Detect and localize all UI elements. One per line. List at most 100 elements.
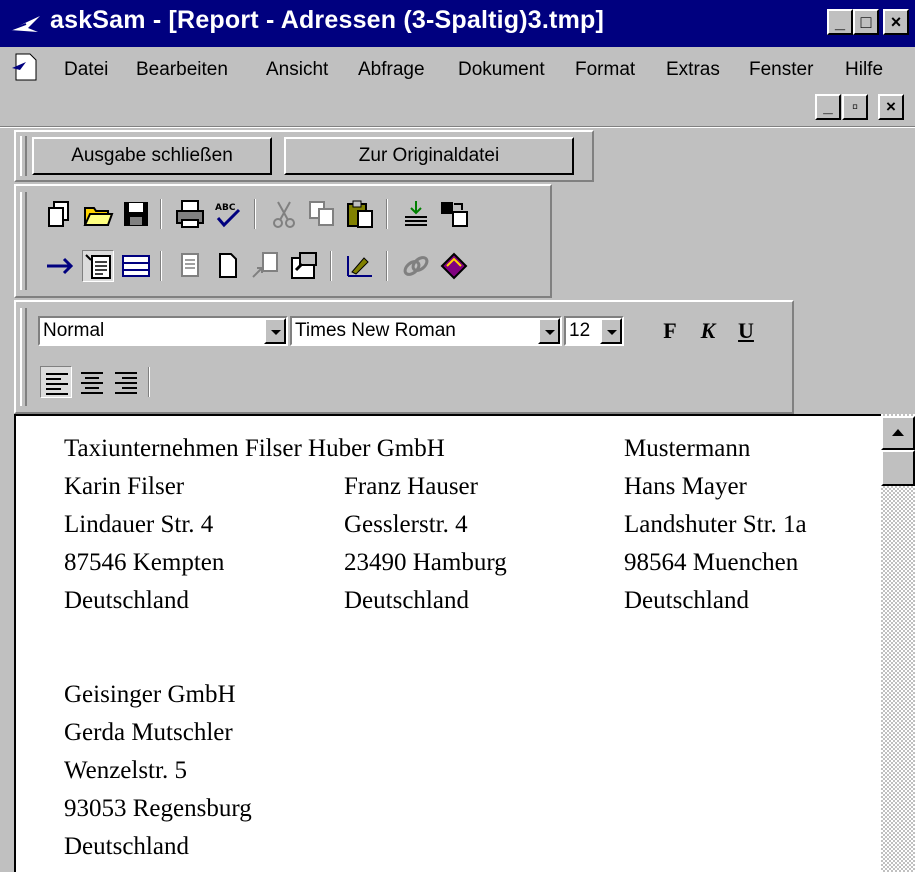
save-icon[interactable] bbox=[120, 198, 152, 230]
menu-ansicht[interactable]: Ansicht bbox=[266, 59, 328, 81]
print-icon[interactable] bbox=[174, 198, 206, 230]
window-title: askSam - [Report - Adressen (3-Spaltig)3… bbox=[50, 6, 605, 34]
font-value: Times New Roman bbox=[295, 320, 456, 341]
document-icon[interactable] bbox=[10, 52, 40, 82]
menu-separator bbox=[0, 126, 915, 128]
chevron-down-icon[interactable] bbox=[264, 318, 286, 344]
address-name: Gerda Mutschler bbox=[64, 719, 233, 746]
bold-button[interactable]: F bbox=[654, 316, 686, 346]
mdi-restore-button[interactable]: ▫ bbox=[842, 94, 868, 120]
address-city: 93053 Regensburg bbox=[64, 795, 252, 822]
size-value: 12 bbox=[569, 320, 591, 341]
menu-hilfe[interactable]: Hilfe bbox=[845, 59, 883, 81]
address-country: Deutschland bbox=[344, 587, 469, 614]
style-combo[interactable]: Normal bbox=[38, 316, 288, 346]
align-center-icon[interactable] bbox=[76, 366, 108, 398]
toolbar-separator bbox=[148, 367, 150, 397]
scroll-thumb[interactable] bbox=[881, 450, 915, 486]
spellcheck-icon[interactable]: ABC bbox=[212, 198, 244, 230]
menu-abfrage[interactable]: Abfrage bbox=[358, 59, 425, 81]
toolbar-separator bbox=[386, 199, 388, 229]
minimize-icon: _ bbox=[834, 12, 845, 32]
menu-datei[interactable]: Datei bbox=[64, 59, 108, 81]
to-original-button[interactable]: Zur Originaldatei bbox=[284, 137, 574, 175]
toolbar-separator bbox=[160, 199, 162, 229]
menu-bearbeiten[interactable]: Bearbeiten bbox=[136, 59, 228, 81]
table-view-icon[interactable] bbox=[120, 250, 152, 282]
document-arrow-icon[interactable] bbox=[250, 250, 282, 282]
address-country: Deutschland bbox=[624, 587, 749, 614]
arrow-right-icon[interactable] bbox=[44, 250, 76, 282]
address-street: Lindauer Str. 4 bbox=[64, 511, 214, 538]
minimize-button[interactable]: _ bbox=[827, 9, 853, 35]
chevron-down-icon[interactable] bbox=[600, 318, 622, 344]
standard-toolbar: ABC bbox=[14, 184, 552, 298]
link-icon[interactable] bbox=[400, 250, 432, 282]
address-name: Hans Mayer bbox=[624, 473, 747, 500]
close-icon: × bbox=[890, 12, 902, 32]
size-combo[interactable]: 12 bbox=[564, 316, 624, 346]
align-left-icon[interactable] bbox=[40, 366, 72, 398]
address-street: Gesslerstr. 4 bbox=[344, 511, 468, 538]
svg-text:ABC: ABC bbox=[215, 203, 236, 213]
report-design-icon[interactable] bbox=[344, 250, 376, 282]
underline-button[interactable]: U bbox=[730, 316, 762, 346]
font-combo[interactable]: Times New Roman bbox=[290, 316, 562, 346]
toolbar-separator bbox=[386, 251, 388, 281]
toolbar-separator bbox=[160, 251, 162, 281]
align-right-icon[interactable] bbox=[110, 366, 142, 398]
new-document-icon[interactable] bbox=[212, 250, 244, 282]
arrow-up-icon bbox=[892, 429, 904, 436]
cut-icon[interactable] bbox=[268, 198, 300, 230]
toolbar-grip[interactable] bbox=[20, 136, 27, 176]
copy-icon[interactable] bbox=[306, 198, 338, 230]
report-toolbar: Ausgabe schließen Zur Originaldatei bbox=[14, 130, 594, 182]
toolbar-separator bbox=[254, 199, 256, 229]
mdi-minimize-button[interactable]: _ bbox=[815, 94, 841, 120]
menu-fenster[interactable]: Fenster bbox=[749, 59, 813, 81]
page-view-icon[interactable] bbox=[82, 250, 114, 282]
maximize-icon: □ bbox=[860, 12, 872, 32]
report-document[interactable]: Taxiunternehmen Filser Huber GmbH Karin … bbox=[14, 414, 915, 872]
close-output-button[interactable]: Ausgabe schließen bbox=[32, 137, 272, 175]
menu-format[interactable]: Format bbox=[575, 59, 635, 81]
address-company: Taxiunternehmen Filser Huber GmbH bbox=[64, 435, 445, 462]
mdi-close-button[interactable]: × bbox=[878, 94, 904, 120]
open-folder-icon[interactable] bbox=[82, 198, 114, 230]
scroll-up-button[interactable] bbox=[881, 416, 915, 450]
close-icon: × bbox=[886, 97, 896, 116]
toolbar-separator bbox=[330, 251, 332, 281]
address-street: Wenzelstr. 5 bbox=[64, 757, 187, 784]
address-city: 87546 Kempten bbox=[64, 549, 225, 576]
address-country: Deutschland bbox=[64, 833, 189, 860]
toolbar-grip[interactable] bbox=[20, 192, 27, 290]
help-book-icon[interactable] bbox=[438, 250, 470, 282]
address-company: Geisinger GmbH bbox=[64, 681, 236, 708]
document-grey-icon[interactable] bbox=[174, 250, 206, 282]
address-city: 98564 Muenchen bbox=[624, 549, 799, 576]
style-value: Normal bbox=[43, 320, 105, 341]
address-company: Mustermann bbox=[624, 435, 751, 462]
address-name: Karin Filser bbox=[64, 473, 185, 500]
address-name: Franz Hauser bbox=[344, 473, 478, 500]
copy-document-icon[interactable] bbox=[44, 198, 76, 230]
maximize-button[interactable]: □ bbox=[853, 9, 879, 35]
vertical-scrollbar[interactable] bbox=[881, 414, 915, 872]
address-city: 23490 Hamburg bbox=[344, 549, 507, 576]
paste-icon[interactable] bbox=[344, 198, 376, 230]
import-icon[interactable] bbox=[438, 198, 470, 230]
insert-field-icon[interactable] bbox=[400, 198, 432, 230]
address-country: Deutschland bbox=[64, 587, 189, 614]
asksam-app-icon[interactable] bbox=[8, 12, 42, 36]
properties-icon[interactable] bbox=[288, 250, 320, 282]
menu-dokument[interactable]: Dokument bbox=[458, 59, 545, 81]
italic-button[interactable]: K bbox=[692, 316, 724, 346]
minimize-icon: _ bbox=[823, 97, 833, 116]
chevron-down-icon[interactable] bbox=[538, 318, 560, 344]
toolbar-grip[interactable] bbox=[20, 308, 27, 406]
menu-bar: Datei Bearbeiten Ansicht Abfrage Dokumen… bbox=[0, 47, 915, 129]
menu-extras[interactable]: Extras bbox=[666, 59, 720, 81]
close-button[interactable]: × bbox=[883, 9, 909, 35]
restore-icon: ▫ bbox=[851, 97, 859, 116]
address-street: Landshuter Str. 1a bbox=[624, 511, 807, 538]
